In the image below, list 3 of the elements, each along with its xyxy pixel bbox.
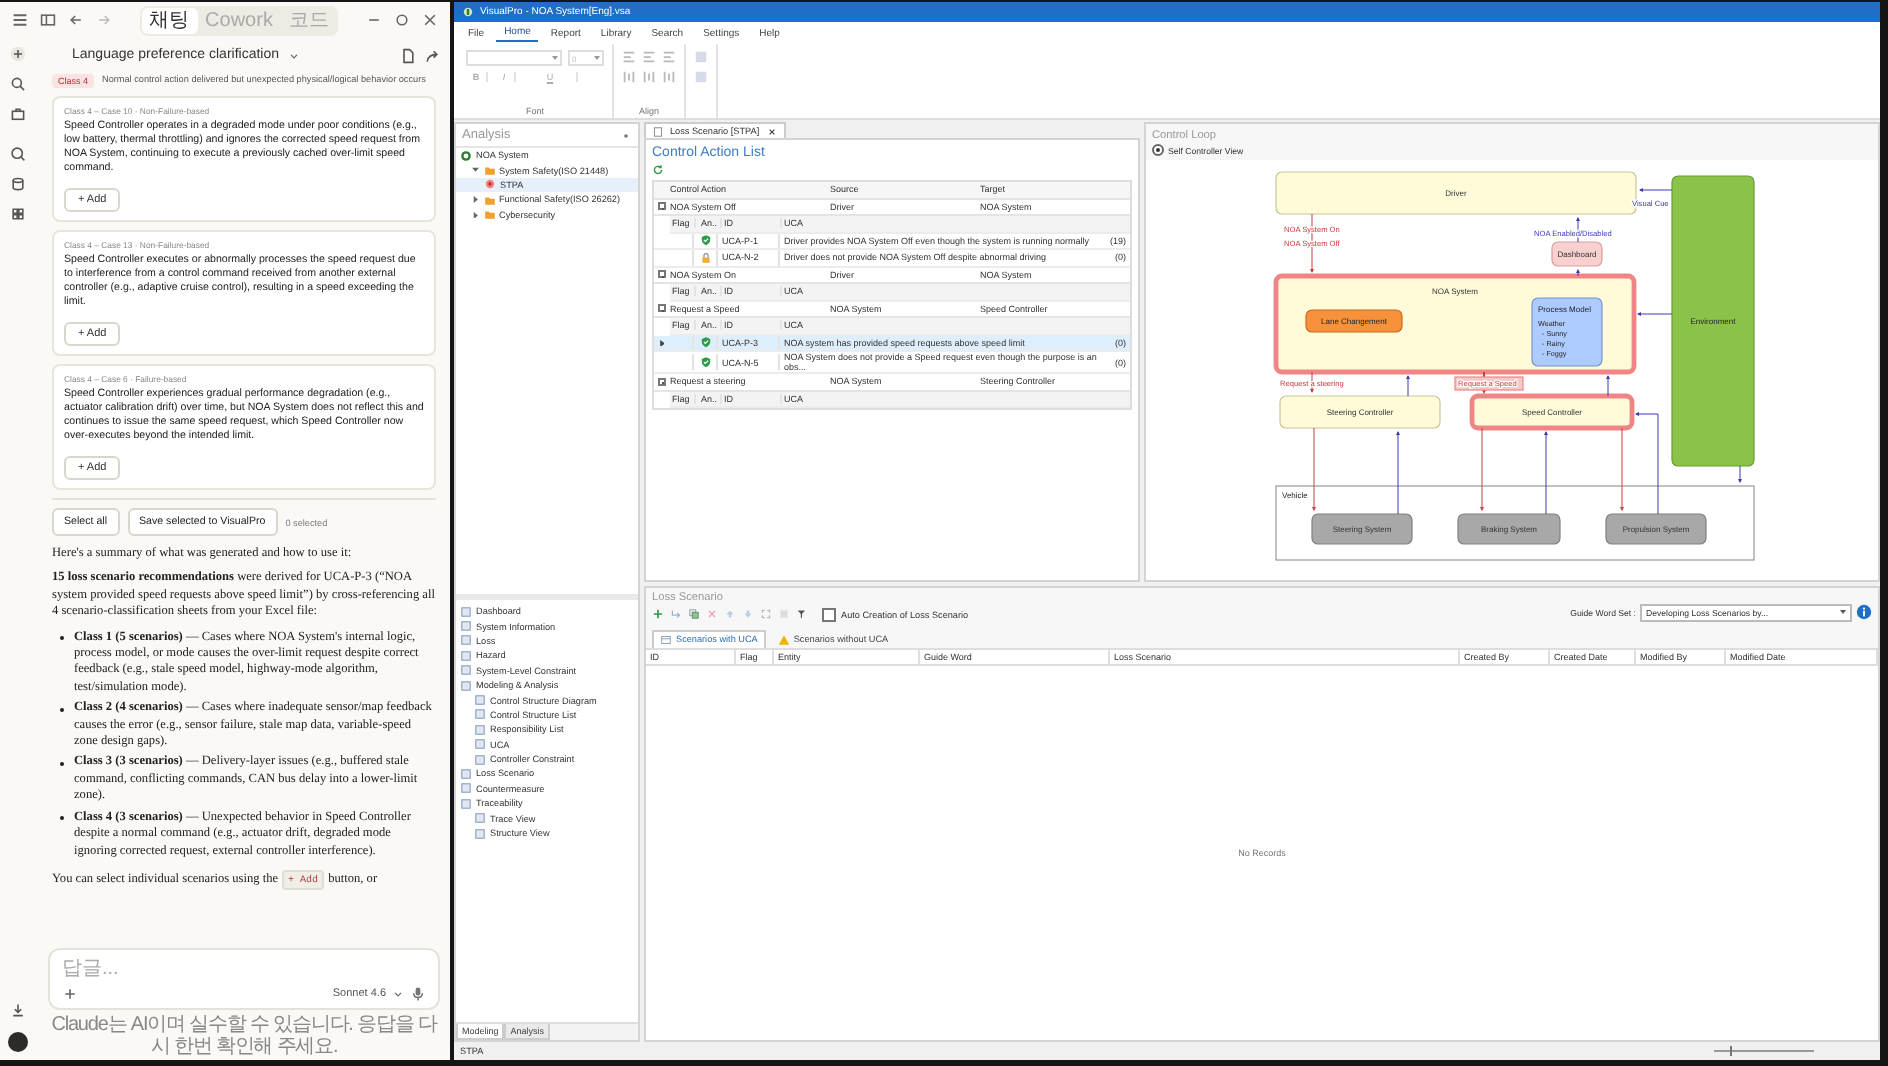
reply-input[interactable]: 답글...: [62, 956, 426, 982]
mode-tab[interactable]: 채팅: [141, 7, 198, 33]
disclaimer: Claude는 AI이며 실수할 수 있습니다. 응답을 다시 한번 확인해 주세요.: [49, 1014, 440, 1060]
